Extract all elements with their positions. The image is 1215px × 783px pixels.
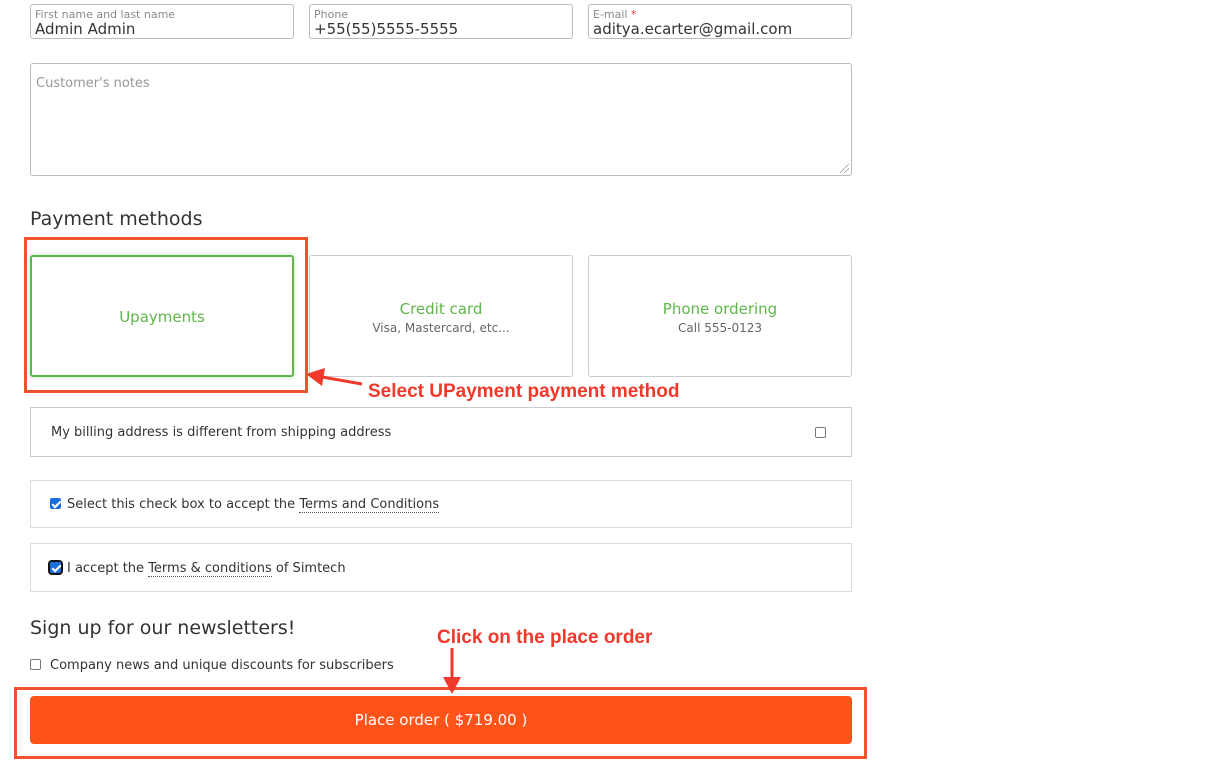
terms2-row: I accept the Terms & conditions of Simte… — [30, 543, 852, 592]
payment-method-title: Phone ordering — [662, 300, 778, 318]
resize-grip-icon[interactable] — [840, 164, 849, 173]
terms-text: Select this check box to accept the Term… — [67, 497, 440, 513]
payment-method-title: Credit card — [399, 300, 483, 318]
customer-notes-textarea[interactable]: Customer's notes — [30, 63, 852, 176]
newsletter-option-label: Company news and unique discounts for su… — [50, 658, 394, 673]
payment-method-subtitle: Visa, Mastercard, etc... — [372, 321, 510, 335]
newsletter-heading: Sign up for our newsletters! — [30, 617, 296, 639]
newsletter-checkbox[interactable] — [30, 659, 41, 670]
payment-methods-heading: Payment methods — [30, 208, 203, 230]
select-payment-annotation: Select UPayment payment method — [368, 381, 680, 402]
billing-address-row[interactable]: My billing address is different from shi… — [30, 407, 852, 457]
terms2-checkbox[interactable] — [48, 560, 63, 575]
place-order-annotation: Click on the place order — [437, 627, 653, 648]
payment-method-credit-card[interactable]: Credit card Visa, Mastercard, etc... — [309, 255, 573, 377]
name-field-value: Admin Admin — [35, 20, 136, 38]
terms-link[interactable]: Terms and Conditions — [299, 497, 440, 513]
terms-checkbox[interactable] — [50, 498, 61, 509]
payment-method-subtitle: Call 555-0123 — [678, 321, 762, 335]
terms2-text: I accept the Terms & conditions of Simte… — [67, 561, 346, 577]
terms-row: Select this check box to accept the Term… — [30, 480, 852, 528]
email-field-value: aditya.ecarter@gmail.com — [593, 20, 793, 38]
billing-address-label: My billing address is different from shi… — [51, 425, 392, 440]
billing-address-checkbox[interactable] — [815, 427, 826, 438]
terms2-link[interactable]: Terms & conditions — [148, 561, 272, 577]
phone-field-value: +55(55)5555-5555 — [314, 20, 459, 38]
notes-placeholder: Customer's notes — [36, 76, 150, 91]
payment-method-label: Phone ordering Call 555-0123 — [589, 256, 851, 335]
terms-prefix: Select this check box to accept the — [67, 497, 300, 512]
email-field[interactable]: E-mail * aditya.ecarter@gmail.com — [588, 4, 852, 39]
payment-method-phone-ordering[interactable]: Phone ordering Call 555-0123 — [588, 255, 852, 377]
terms2-suffix: of Simtech — [271, 561, 346, 576]
payment-method-label: Credit card Visa, Mastercard, etc... — [310, 256, 572, 335]
upayments-highlight-box — [24, 237, 308, 393]
terms2-prefix: I accept the — [67, 561, 149, 576]
place-order-highlight-box — [14, 687, 867, 759]
phone-field[interactable]: Phone +55(55)5555-5555 — [309, 4, 573, 39]
name-field[interactable]: First name and last name Admin Admin — [30, 4, 294, 39]
